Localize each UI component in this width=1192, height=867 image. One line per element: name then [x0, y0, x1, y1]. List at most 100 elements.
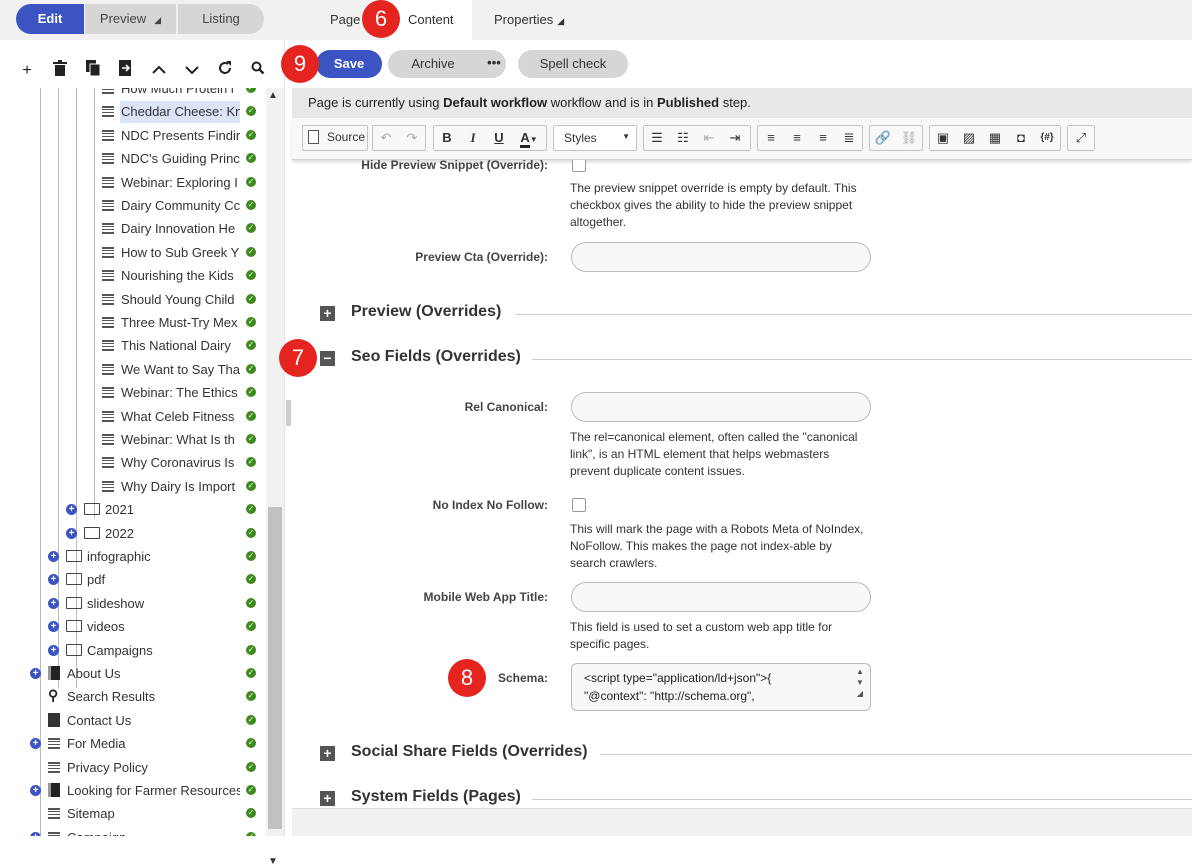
code-snippet-icon[interactable]: {#} [1034, 126, 1060, 150]
tree-item[interactable]: Nourishing the Kids ✓ [0, 265, 264, 287]
schema-textarea[interactable]: <script type="application/ld+json">{ "@c… [571, 663, 871, 711]
preview-cta-input[interactable] [571, 242, 871, 272]
outdent-icon[interactable]: ⇤ [696, 126, 722, 150]
tree-item[interactable]: + slideshow ✓ [0, 593, 264, 615]
tree-scrollbar-thumb[interactable] [268, 507, 282, 829]
tree-item[interactable]: + About Us ✓ [0, 663, 264, 685]
bulleted-list-icon[interactable]: ☷ [670, 126, 696, 150]
sidebar-collapse-handle[interactable] [286, 400, 291, 426]
tree-item[interactable]: + For Media ✓ [0, 733, 264, 755]
more-actions-button[interactable]: ••• [482, 50, 506, 78]
expand-icon[interactable]: + [66, 527, 77, 539]
no-index-no-follow-checkbox[interactable] [572, 498, 586, 512]
hide-preview-snippet-checkbox[interactable] [572, 160, 586, 172]
move-icon[interactable] [115, 60, 137, 82]
expand-icon[interactable]: + [30, 785, 41, 796]
underline-icon[interactable]: U [486, 126, 512, 150]
indent-icon[interactable]: ⇥ [722, 126, 748, 150]
numbered-list-icon[interactable]: ☰ [644, 126, 670, 150]
section-preview-overrides[interactable]: + Preview (Overrides) [320, 302, 1192, 326]
tree-item[interactable]: Privacy Policy ✓ [0, 757, 264, 779]
expand-icon[interactable]: + [30, 831, 41, 836]
tree-item[interactable]: NDC's Guiding Princ ✓ [0, 148, 264, 170]
mobile-web-app-title-input[interactable] [571, 582, 871, 612]
link-icon[interactable]: 🔗 [870, 126, 896, 150]
tree-item[interactable]: NDC Presents Findir ✓ [0, 125, 264, 147]
tree-item[interactable]: Webinar: What Is th ✓ [0, 429, 264, 451]
tree-item[interactable]: ⚲ Search Results ✓ [0, 686, 264, 708]
add-icon[interactable]: + [16, 60, 38, 82]
redo-icon[interactable]: ↷ [399, 126, 425, 150]
spell-check-button[interactable]: Spell check [518, 50, 628, 78]
tab-properties[interactable]: Properties ◢ [480, 0, 578, 40]
tab-content[interactable]: Content [390, 0, 472, 40]
expand-icon[interactable]: + [48, 597, 59, 609]
tree-item[interactable]: What Celeb Fitness ✓ [0, 406, 264, 428]
tree-item[interactable]: +2021 ✓ [0, 499, 264, 521]
tree-item[interactable]: Webinar: Exploring I ✓ [0, 172, 264, 194]
tree-item[interactable]: This National Dairy ✓ [0, 335, 264, 357]
image-icon[interactable]: ▨ [956, 126, 982, 150]
listing-mode-button[interactable]: Listing [178, 4, 264, 34]
expand-icon[interactable]: + [48, 644, 59, 656]
tree-item[interactable]: Webinar: The Ethics ✓ [0, 382, 264, 404]
align-right-icon[interactable]: ≡ [810, 126, 836, 150]
align-center-icon[interactable]: ≡ [784, 126, 810, 150]
align-left-icon[interactable]: ≡ [758, 126, 784, 150]
preview-mode-button[interactable]: Preview ◢ [85, 4, 177, 34]
tree-item[interactable]: Dairy Community Cc ✓ [0, 195, 264, 217]
chevron-down-icon[interactable] [181, 60, 203, 82]
undo-icon[interactable]: ↶ [373, 126, 399, 150]
expand-icon[interactable]: + [48, 574, 59, 586]
expand-icon[interactable]: + [66, 504, 77, 516]
edit-mode-button[interactable]: Edit [16, 4, 84, 34]
tree-item[interactable]: Cheddar Cheese: Kn ✓ [0, 101, 264, 124]
search-icon[interactable] [247, 60, 269, 82]
tree-item[interactable]: Contact Us ✓ [0, 710, 264, 732]
tree-item[interactable]: + Campaigns ✓ [0, 640, 264, 662]
tree-item[interactable]: Dairy Innovation He ✓ [0, 218, 264, 240]
tree-item[interactable]: How to Sub Greek Y ✓ [0, 242, 264, 264]
chevron-up-icon[interactable] [148, 60, 170, 82]
maximize-button[interactable]: ⤢ [1067, 125, 1095, 151]
tree-item[interactable]: How Much Protein i ✓ [0, 88, 264, 100]
tree-item[interactable]: Should Young Child ✓ [0, 289, 264, 311]
tree-item[interactable]: + pdf ✓ [0, 569, 264, 591]
tree-item[interactable]: + Looking for Farmer Resources ✓ [0, 780, 264, 802]
section-social-share-fields[interactable]: + Social Share Fields (Overrides) [320, 742, 1192, 766]
expand-icon[interactable]: + [48, 551, 59, 562]
tree-item[interactable]: Three Must-Try Mex ✓ [0, 312, 264, 334]
unlink-icon[interactable]: ⛓ [896, 126, 922, 150]
component-icon[interactable]: ◘ [1008, 126, 1034, 150]
italic-icon[interactable]: I [460, 126, 486, 150]
copy-icon[interactable] [82, 60, 104, 82]
expand-icon[interactable]: + [48, 621, 59, 633]
tree-item[interactable]: We Want to Say Tha ✓ [0, 359, 264, 381]
section-seo-fields[interactable]: − Seo Fields (Overrides) [320, 347, 1192, 371]
expand-icon[interactable]: + [30, 738, 41, 750]
bold-icon[interactable]: B [434, 126, 460, 150]
justify-icon[interactable]: ≣ [836, 126, 862, 150]
tree-item[interactable]: Sitemap ✓ [0, 803, 264, 825]
tree-item[interactable]: + videos ✓ [0, 616, 264, 638]
expand-icon[interactable]: + [30, 668, 41, 679]
table-icon[interactable]: ▦ [982, 126, 1008, 150]
tree-item-label: How to Sub Greek Y [121, 244, 240, 260]
published-check-icon: ✓ [246, 551, 256, 561]
refresh-icon[interactable] [214, 60, 236, 82]
tree-item[interactable]: + infographic ✓ [0, 546, 264, 568]
source-button[interactable]: Source [302, 125, 368, 151]
tree-item[interactable]: Why Coronavirus Is ✓ [0, 452, 264, 474]
tree-item[interactable]: +2022 ✓ [0, 523, 264, 545]
text-color-icon[interactable]: A▼ [512, 126, 546, 150]
styles-dropdown[interactable]: Styles ▼ [553, 125, 637, 151]
media-icon[interactable]: ▣ [930, 126, 956, 150]
tree-item[interactable]: Why Dairy Is Import ✓ [0, 476, 264, 498]
scroll-up-arrow-icon[interactable]: ▲ [268, 90, 278, 101]
textarea-scroll-icon[interactable]: ▲ ▼ ◢ [852, 666, 868, 699]
tree-item[interactable]: + Campaign ✓ [0, 827, 264, 836]
scroll-down-arrow-icon[interactable]: ▼ [268, 856, 278, 867]
delete-icon[interactable] [49, 60, 71, 82]
rel-canonical-input[interactable] [571, 392, 871, 422]
save-button[interactable]: Save [316, 50, 382, 78]
